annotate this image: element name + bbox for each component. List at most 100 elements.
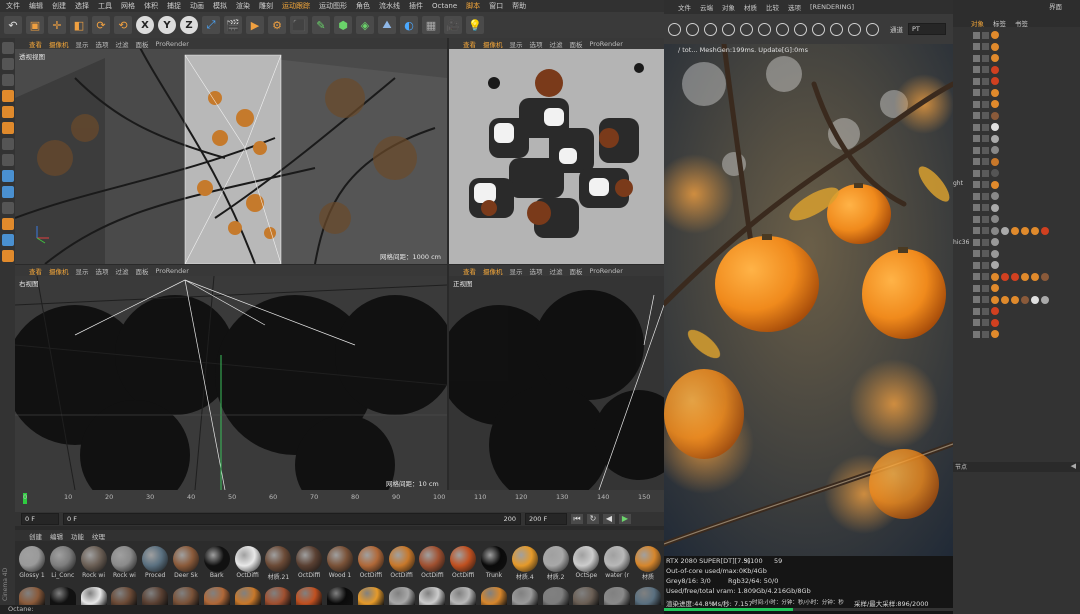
material-swatch-row2[interactable] [511, 585, 539, 605]
material-swatch-row2[interactable] [80, 585, 108, 605]
visibility-toggle[interactable] [973, 307, 980, 315]
material-swatch-row2[interactable] [264, 585, 292, 605]
material-swatch-row2[interactable] [449, 585, 477, 605]
stop-icon[interactable] [722, 22, 735, 36]
material-swatch[interactable]: Glossy 1 [18, 544, 46, 579]
material-tag-icon[interactable] [991, 65, 999, 74]
material-edit-menu[interactable]: 编辑 [50, 531, 63, 541]
material-swatch[interactable]: Trunk [480, 544, 508, 579]
material-swatch[interactable]: OctDiffi [357, 544, 385, 579]
object-row[interactable] [973, 237, 999, 247]
region-icon[interactable] [794, 22, 807, 36]
menu-item[interactable]: 流水线 [379, 1, 400, 11]
visibility-toggle[interactable] [973, 227, 980, 234]
object-row[interactable] [973, 260, 999, 270]
material-swatch[interactable]: OctSpe [572, 544, 600, 579]
material-tag-icon[interactable] [1041, 295, 1049, 304]
material-tag-icon[interactable] [991, 203, 999, 212]
object-row[interactable] [973, 53, 999, 63]
camera-menu[interactable]: 摄像机 [483, 266, 503, 276]
material-tag-icon[interactable] [991, 238, 999, 246]
material-swatch-row2[interactable] [603, 585, 631, 605]
visibility-toggle[interactable] [973, 123, 980, 131]
menu-item[interactable]: 雕刻 [259, 1, 273, 11]
material-swatch[interactable]: OctDiffi [295, 544, 323, 579]
render-toggle[interactable] [982, 31, 989, 39]
end-frame-field[interactable]: 200 F [525, 513, 567, 525]
render-menu-item[interactable]: 云端 [700, 2, 713, 12]
x-axis-button[interactable]: X [136, 16, 154, 34]
options-menu[interactable]: 选项 [530, 266, 543, 276]
material-function-menu[interactable]: 功能 [71, 531, 84, 541]
material-create-menu[interactable]: 创建 [29, 531, 42, 541]
render-toggle[interactable] [982, 146, 989, 154]
axis-mode-icon[interactable] [1, 138, 14, 150]
render-toggle[interactable] [982, 296, 989, 303]
move-icon[interactable]: ✛ [48, 16, 66, 34]
texture-mode-icon[interactable] [1, 74, 14, 86]
tab-bookmarks[interactable]: 书签 [1015, 18, 1028, 28]
material-swatch[interactable]: 材质 [634, 544, 662, 581]
prorender-menu[interactable]: ProRender [590, 40, 623, 48]
material-swatch[interactable]: OctDiffi [418, 544, 446, 579]
material-tag-icon[interactable] [1021, 295, 1029, 304]
object-row[interactable] [973, 122, 999, 132]
loop-icon[interactable]: ↻ [587, 514, 599, 524]
material-swatch[interactable]: Li_Conc [49, 544, 77, 579]
object-row[interactable] [973, 111, 999, 121]
menu-item[interactable]: 帮助 [512, 1, 526, 11]
material-swatch-row2[interactable] [480, 585, 508, 605]
render-region-icon[interactable]: 🎬 [224, 16, 242, 34]
material-swatch-row2[interactable] [172, 585, 200, 605]
material-swatch[interactable]: 材质.4 [511, 544, 539, 581]
material-tag-icon[interactable] [991, 42, 999, 51]
material-tag-icon[interactable] [991, 261, 999, 269]
coordinate-system-icon[interactable]: ⤢ [202, 16, 220, 34]
render-toggle[interactable] [982, 135, 989, 142]
panel-menu[interactable]: 面板 [570, 39, 583, 49]
render-menu-item[interactable]: 比较 [766, 2, 779, 12]
send-scene-icon[interactable] [668, 22, 681, 36]
material-tag-icon[interactable] [1021, 272, 1029, 281]
grid-icon[interactable]: ▦ [422, 16, 440, 34]
render-toggle[interactable] [982, 181, 989, 188]
render-menu-item[interactable]: 选项 [788, 2, 801, 12]
start-frame-field[interactable]: 0 F [21, 513, 59, 525]
material-swatch-row2[interactable] [110, 585, 138, 605]
scale-icon[interactable]: ◧ [70, 16, 88, 34]
visibility-toggle[interactable] [973, 43, 980, 50]
render-toggle[interactable] [982, 330, 989, 338]
display-menu[interactable]: 显示 [510, 266, 523, 276]
y-axis-button[interactable]: Y [158, 16, 176, 34]
camera-menu[interactable]: 摄像机 [483, 39, 503, 49]
visibility-toggle[interactable] [973, 330, 980, 338]
render-toggle[interactable] [982, 54, 989, 62]
material-swatch[interactable]: OctDiffi [449, 544, 477, 579]
view-menu[interactable]: 查看 [463, 39, 476, 49]
render-menu-item[interactable]: 文件 [678, 2, 691, 12]
render-toggle[interactable] [982, 250, 989, 257]
render-menu-item[interactable]: 材质 [744, 2, 757, 12]
material-swatch[interactable]: Wood 1 [326, 544, 354, 579]
material-tag-icon[interactable] [1031, 295, 1039, 304]
render-toggle[interactable] [982, 215, 989, 223]
frame-range-slider[interactable]: 0 F 200 [63, 513, 521, 525]
visibility-toggle[interactable] [973, 273, 980, 280]
model-mode-icon[interactable] [1, 58, 14, 70]
pause-icon[interactable] [704, 22, 717, 36]
material-swatch[interactable]: 材质.21 [264, 544, 292, 581]
symmetry-icon[interactable] [1, 202, 14, 214]
filter-menu[interactable]: 过滤 [550, 266, 563, 276]
workplane-icon[interactable] [1, 170, 14, 182]
material-swatch-row2[interactable] [388, 585, 416, 605]
object-picker-icon[interactable] [866, 22, 879, 36]
render-toggle[interactable] [982, 77, 989, 85]
render-toggle[interactable] [982, 192, 989, 200]
material-tag-icon[interactable] [991, 226, 999, 235]
visibility-toggle[interactable] [973, 77, 980, 85]
material-tag-icon[interactable] [991, 249, 999, 258]
material-swatch-row2[interactable] [357, 585, 385, 605]
render-toggle[interactable] [982, 66, 989, 73]
material-tag-icon[interactable] [1041, 272, 1049, 281]
material-tag-icon[interactable] [991, 157, 999, 166]
